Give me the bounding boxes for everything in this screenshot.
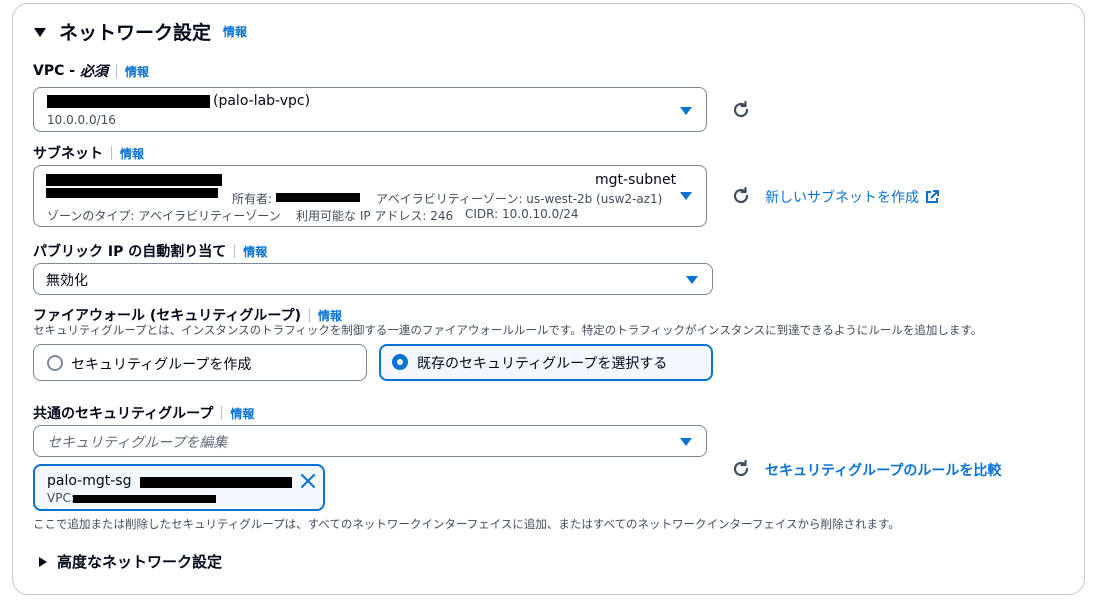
vpc-select[interactable]: (palo-lab-vpc) 10.0.0.0/16: [33, 87, 707, 132]
common-sg-label: 共通のセキュリティグループ 情報: [33, 403, 254, 423]
vpc-id-redacted: [47, 95, 210, 108]
compare-rules-link[interactable]: セキュリティグループのルールを比較: [765, 460, 1001, 480]
vpc-label: VPC - 必須 情報: [33, 61, 149, 81]
subnet-zone-type: ゾーンのタイプ: アベイラビリティーゾーン: [47, 209, 281, 223]
advanced-title: 高度なネットワーク設定: [57, 553, 223, 571]
refresh-icon[interactable]: [731, 186, 751, 206]
subnet-az: アベイラビリティーゾーン: us-west-2b (usw2-az1): [376, 192, 663, 206]
subnet-cidr: CIDR: 10.0.10.0/24: [465, 207, 579, 221]
advanced-network-settings-toggle[interactable]: 高度なネットワーク設定: [38, 551, 222, 572]
radio-create-security-group[interactable]: セキュリティグループを作成: [33, 344, 367, 381]
public-ip-label: パブリック IP の自動割り当て 情報: [33, 241, 267, 261]
radio-unchecked-icon: [47, 355, 63, 371]
radio-create-label: セキュリティグループを作成: [71, 357, 252, 373]
vpc-label-text: VPC -: [33, 63, 80, 79]
caret-down-icon: [680, 438, 692, 446]
public-ip-info-link[interactable]: 情報: [243, 243, 267, 260]
vpc-required-text: 必須: [79, 64, 108, 80]
divider: [221, 406, 223, 420]
refresh-icon[interactable]: [731, 100, 751, 120]
subnet-vpc-redacted: [46, 188, 218, 198]
public-ip-label-text: パブリック IP の自動割り当て: [33, 244, 227, 260]
firewall-description: セキュリティグループとは、インスタンスのトラフィックを制御する一連のファイアウォ…: [33, 323, 983, 337]
subnet-info-link[interactable]: 情報: [120, 145, 144, 162]
radio-existing-security-group[interactable]: 既存のセキュリティグループを選択する: [379, 344, 713, 381]
vpc-cidr: 10.0.0.0/16: [47, 113, 116, 127]
close-icon[interactable]: [301, 474, 315, 488]
section-info-link[interactable]: 情報: [223, 23, 247, 40]
caret-down-icon: [34, 27, 46, 37]
divider: [115, 64, 117, 78]
subnet-select[interactable]: mgt-subnet 所有者: アベイラビリティーゾーン: us-west-2b…: [33, 165, 707, 227]
public-ip-select[interactable]: 無効化: [33, 263, 713, 295]
divider: [309, 308, 310, 322]
token-name: palo-mgt-sg: [47, 473, 132, 489]
public-ip-value: 無効化: [46, 273, 88, 289]
subnet-available-ips: 利用可能な IP アドレス: 246: [296, 209, 454, 223]
caret-down-icon: [680, 192, 692, 200]
create-subnet-link-text: 新しいサブネットを作成: [765, 190, 919, 206]
subnet-label: サブネット 情報: [33, 143, 144, 163]
radio-checked-icon: [392, 354, 408, 370]
vpc-name: (palo-lab-vpc): [213, 93, 311, 109]
radio-existing-label: 既存のセキュリティグループを選択する: [417, 356, 668, 372]
security-group-footer: ここで追加または削除したセキュリティグループは、すべてのネットワークインターフェ…: [33, 517, 900, 531]
token-id-redacted: [140, 477, 292, 488]
common-sg-info-link[interactable]: 情報: [230, 405, 254, 422]
token-vpc-redacted: [73, 495, 216, 503]
security-group-placeholder: セキュリティグループを編集: [47, 435, 228, 451]
refresh-icon[interactable]: [731, 459, 751, 479]
caret-down-icon: [686, 276, 698, 284]
subnet-owner-label: 所有者:: [232, 192, 273, 206]
vpc-info-link[interactable]: 情報: [125, 63, 149, 80]
divider: [111, 146, 112, 160]
divider: [234, 244, 236, 258]
caret-down-icon: [680, 107, 692, 115]
subnet-label-text: サブネット: [33, 146, 103, 162]
subnet-owner-redacted: [276, 193, 360, 202]
section-header[interactable]: ネットワーク設定 情報: [33, 18, 247, 45]
caret-right-icon: [39, 556, 47, 567]
security-group-token: palo-mgt-sg VPC:: [33, 464, 325, 511]
create-subnet-link[interactable]: 新しいサブネットを作成: [765, 187, 939, 207]
external-link-icon: [926, 190, 939, 203]
section-title: ネットワーク設定: [59, 22, 212, 44]
security-group-select[interactable]: セキュリティグループを編集: [33, 425, 707, 457]
subnet-name: mgt-subnet: [595, 172, 677, 188]
firewall-info-link[interactable]: 情報: [318, 307, 342, 324]
token-vpc-label: VPC:: [47, 491, 75, 505]
common-sg-label-text: 共通のセキュリティグループ: [33, 406, 214, 422]
subnet-id-redacted: [46, 174, 222, 186]
